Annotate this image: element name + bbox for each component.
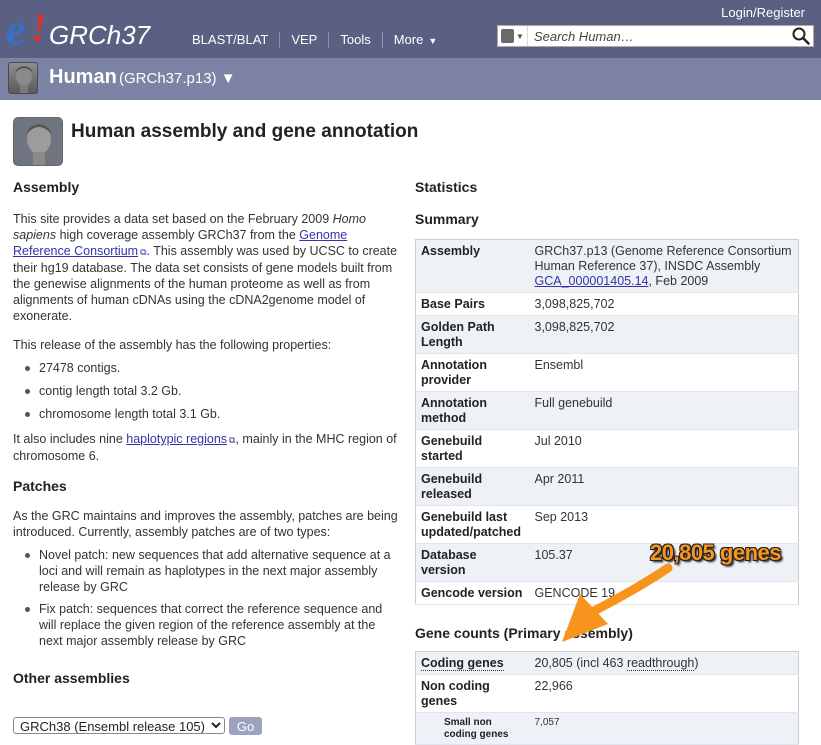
readthrough-term[interactable]: readthrough: [626, 656, 695, 671]
list-item: 27478 contigs.: [13, 360, 401, 376]
haplotypic-regions-link[interactable]: haplotypic regions: [126, 432, 227, 446]
search-species-selector[interactable]: ▼: [498, 26, 528, 46]
table-row: Coding genes 20,805 (incl 463 readthroug…: [415, 651, 799, 675]
go-button[interactable]: Go: [229, 717, 262, 735]
logo-site-name: GRCh37: [49, 20, 151, 50]
row-label: Coding genes: [416, 652, 530, 675]
patches-intro: As the GRC maintains and improves the as…: [13, 509, 398, 539]
ensembl-logo[interactable]: e ! GRCh37: [6, 5, 166, 54]
species-thumbnail-icon: [501, 29, 514, 43]
table-row: Genebuild started Jul 2010: [415, 429, 799, 468]
top-nav: BLAST/BLAT VEP Tools More ▼: [181, 30, 448, 50]
search-input[interactable]: [528, 27, 791, 45]
row-value: Sep 2013: [534, 510, 589, 524]
row-label: Non coding genes: [421, 679, 490, 708]
row-value: 7,057: [534, 717, 560, 728]
logo-bang: !: [31, 5, 47, 50]
row-label: Database version: [421, 548, 477, 577]
row-label: Golden Path Length: [421, 320, 495, 349]
row-label: Annotation method: [421, 396, 487, 425]
assembly-value-text: GRCh37.p13 (Genome Reference Consortium …: [534, 244, 792, 273]
row-label: Genebuild released: [421, 472, 483, 501]
summary-heading: Summary: [415, 211, 479, 227]
patch-types-list: Novel patch: new sequences that add alte…: [13, 547, 401, 649]
row-value: GRCh37.p13 (Genome Reference Consortium …: [530, 240, 799, 293]
gene-count-callout: 20,805 genes: [650, 540, 781, 565]
haplotype-note: It also includes nine haplotypic regions…: [13, 431, 401, 464]
nav-vep[interactable]: VEP: [280, 32, 330, 48]
table-row: Genebuild last updated/patched Sep 2013: [415, 505, 799, 544]
row-value: 22,966: [534, 679, 573, 693]
row-label: Small non coding genes: [444, 717, 509, 740]
row-value: 3,098,825,702: [534, 320, 615, 334]
row-value: Full genebuild: [534, 396, 613, 410]
search-box: ▼: [497, 25, 814, 47]
nav-tools[interactable]: Tools: [329, 32, 383, 48]
table-row: Assembly GRCh37.p13 (Genome Reference Co…: [415, 239, 799, 293]
assembly-column: Assembly This site provides a data set b…: [13, 178, 401, 687]
search-icon[interactable]: [791, 26, 811, 46]
properties-list: 27478 contigs. contig length total 3.2 G…: [13, 360, 401, 422]
page-title: Human assembly and gene annotation: [71, 121, 419, 142]
species-name[interactable]: Human: [49, 66, 117, 88]
coding-genes-value-end: ): [694, 656, 699, 670]
nav-blast-blat[interactable]: BLAST/BLAT: [181, 32, 281, 48]
coding-genes-label: Coding genes: [421, 656, 504, 671]
assembly-dropdown[interactable]: (GRCh37.p13) ▼: [119, 70, 236, 88]
row-label: Assembly: [421, 244, 481, 258]
statistics-heading: Statistics: [415, 179, 478, 195]
row-label: Base Pairs: [421, 297, 485, 311]
properties-intro: This release of the assembly has the fol…: [13, 338, 332, 352]
assembly-description: This site provides a data set based on t…: [13, 211, 401, 324]
caret-down-icon: ▼: [428, 35, 438, 46]
statistics-column: Statistics Summary Assembly GRCh37.p13 (…: [415, 178, 800, 745]
coding-genes-value: 20,805 (incl 463: [534, 656, 627, 670]
nav-label: More: [393, 31, 424, 47]
table-row: Golden Path Length 3,098,825,702: [415, 315, 799, 354]
gca-accession-link[interactable]: GCA_000001405.14: [535, 274, 649, 288]
nav-more[interactable]: More ▼: [383, 32, 449, 49]
row-value: Jul 2010: [534, 434, 582, 448]
nav-label: Tools: [340, 32, 371, 47]
table-row: Annotation provider Ensembl: [415, 353, 799, 392]
other-assembly-select[interactable]: GRCh38 (Ensembl release 105): [13, 717, 225, 734]
row-label: Gencode version: [421, 586, 523, 600]
haplotype-text: It also includes nine: [13, 432, 127, 446]
other-assemblies-heading: Other assemblies: [13, 670, 130, 686]
chevron-down-icon: ▼: [516, 31, 524, 41]
list-item: contig length total 3.2 Gb.: [13, 383, 401, 399]
nav-label: VEP: [291, 32, 318, 47]
nav-label: BLAST/BLAT: [192, 32, 269, 47]
row-value: 20,805 (incl 463 readthrough): [530, 652, 799, 675]
list-item: chromosome length total 3.1 Gb.: [13, 406, 401, 422]
login-register-link[interactable]: Login/Register: [721, 5, 805, 20]
row-label: Genebuild last updated/patched: [421, 510, 522, 539]
annotation-arrow-icon: [562, 563, 673, 642]
table-row: Genebuild released Apr 2011: [415, 467, 799, 506]
table-row: Annotation method Full genebuild: [415, 391, 799, 430]
patches-heading: Patches: [13, 478, 67, 494]
table-row: Base Pairs 3,098,825,702: [415, 292, 799, 316]
row-value: Ensembl: [534, 358, 584, 372]
list-item: Novel patch: new sequences that add alte…: [13, 547, 401, 595]
row-value: Apr 2011: [534, 472, 585, 486]
assembly-text: high coverage assembly GRCh37 from the: [56, 228, 300, 242]
table-row: Non coding genes 22,966: [415, 674, 799, 713]
row-label: Annotation provider: [421, 358, 487, 387]
list-item: Fix patch: sequences that correct the re…: [13, 601, 401, 649]
assembly-heading: Assembly: [13, 179, 80, 195]
row-value: 3,098,825,702: [534, 297, 615, 311]
species-head-icon[interactable]: [8, 62, 38, 94]
row-label: Genebuild started: [421, 434, 483, 463]
assembly-value-text: , Feb 2009: [648, 274, 709, 288]
species-portrait-icon: [13, 117, 63, 166]
logo-e: e: [6, 5, 26, 54]
assembly-text: This site provides a data set based on t…: [13, 212, 333, 226]
gene-counts-table: Coding genes 20,805 (incl 463 readthroug…: [415, 651, 799, 745]
table-row: Small non coding genes 7,057: [415, 712, 799, 745]
